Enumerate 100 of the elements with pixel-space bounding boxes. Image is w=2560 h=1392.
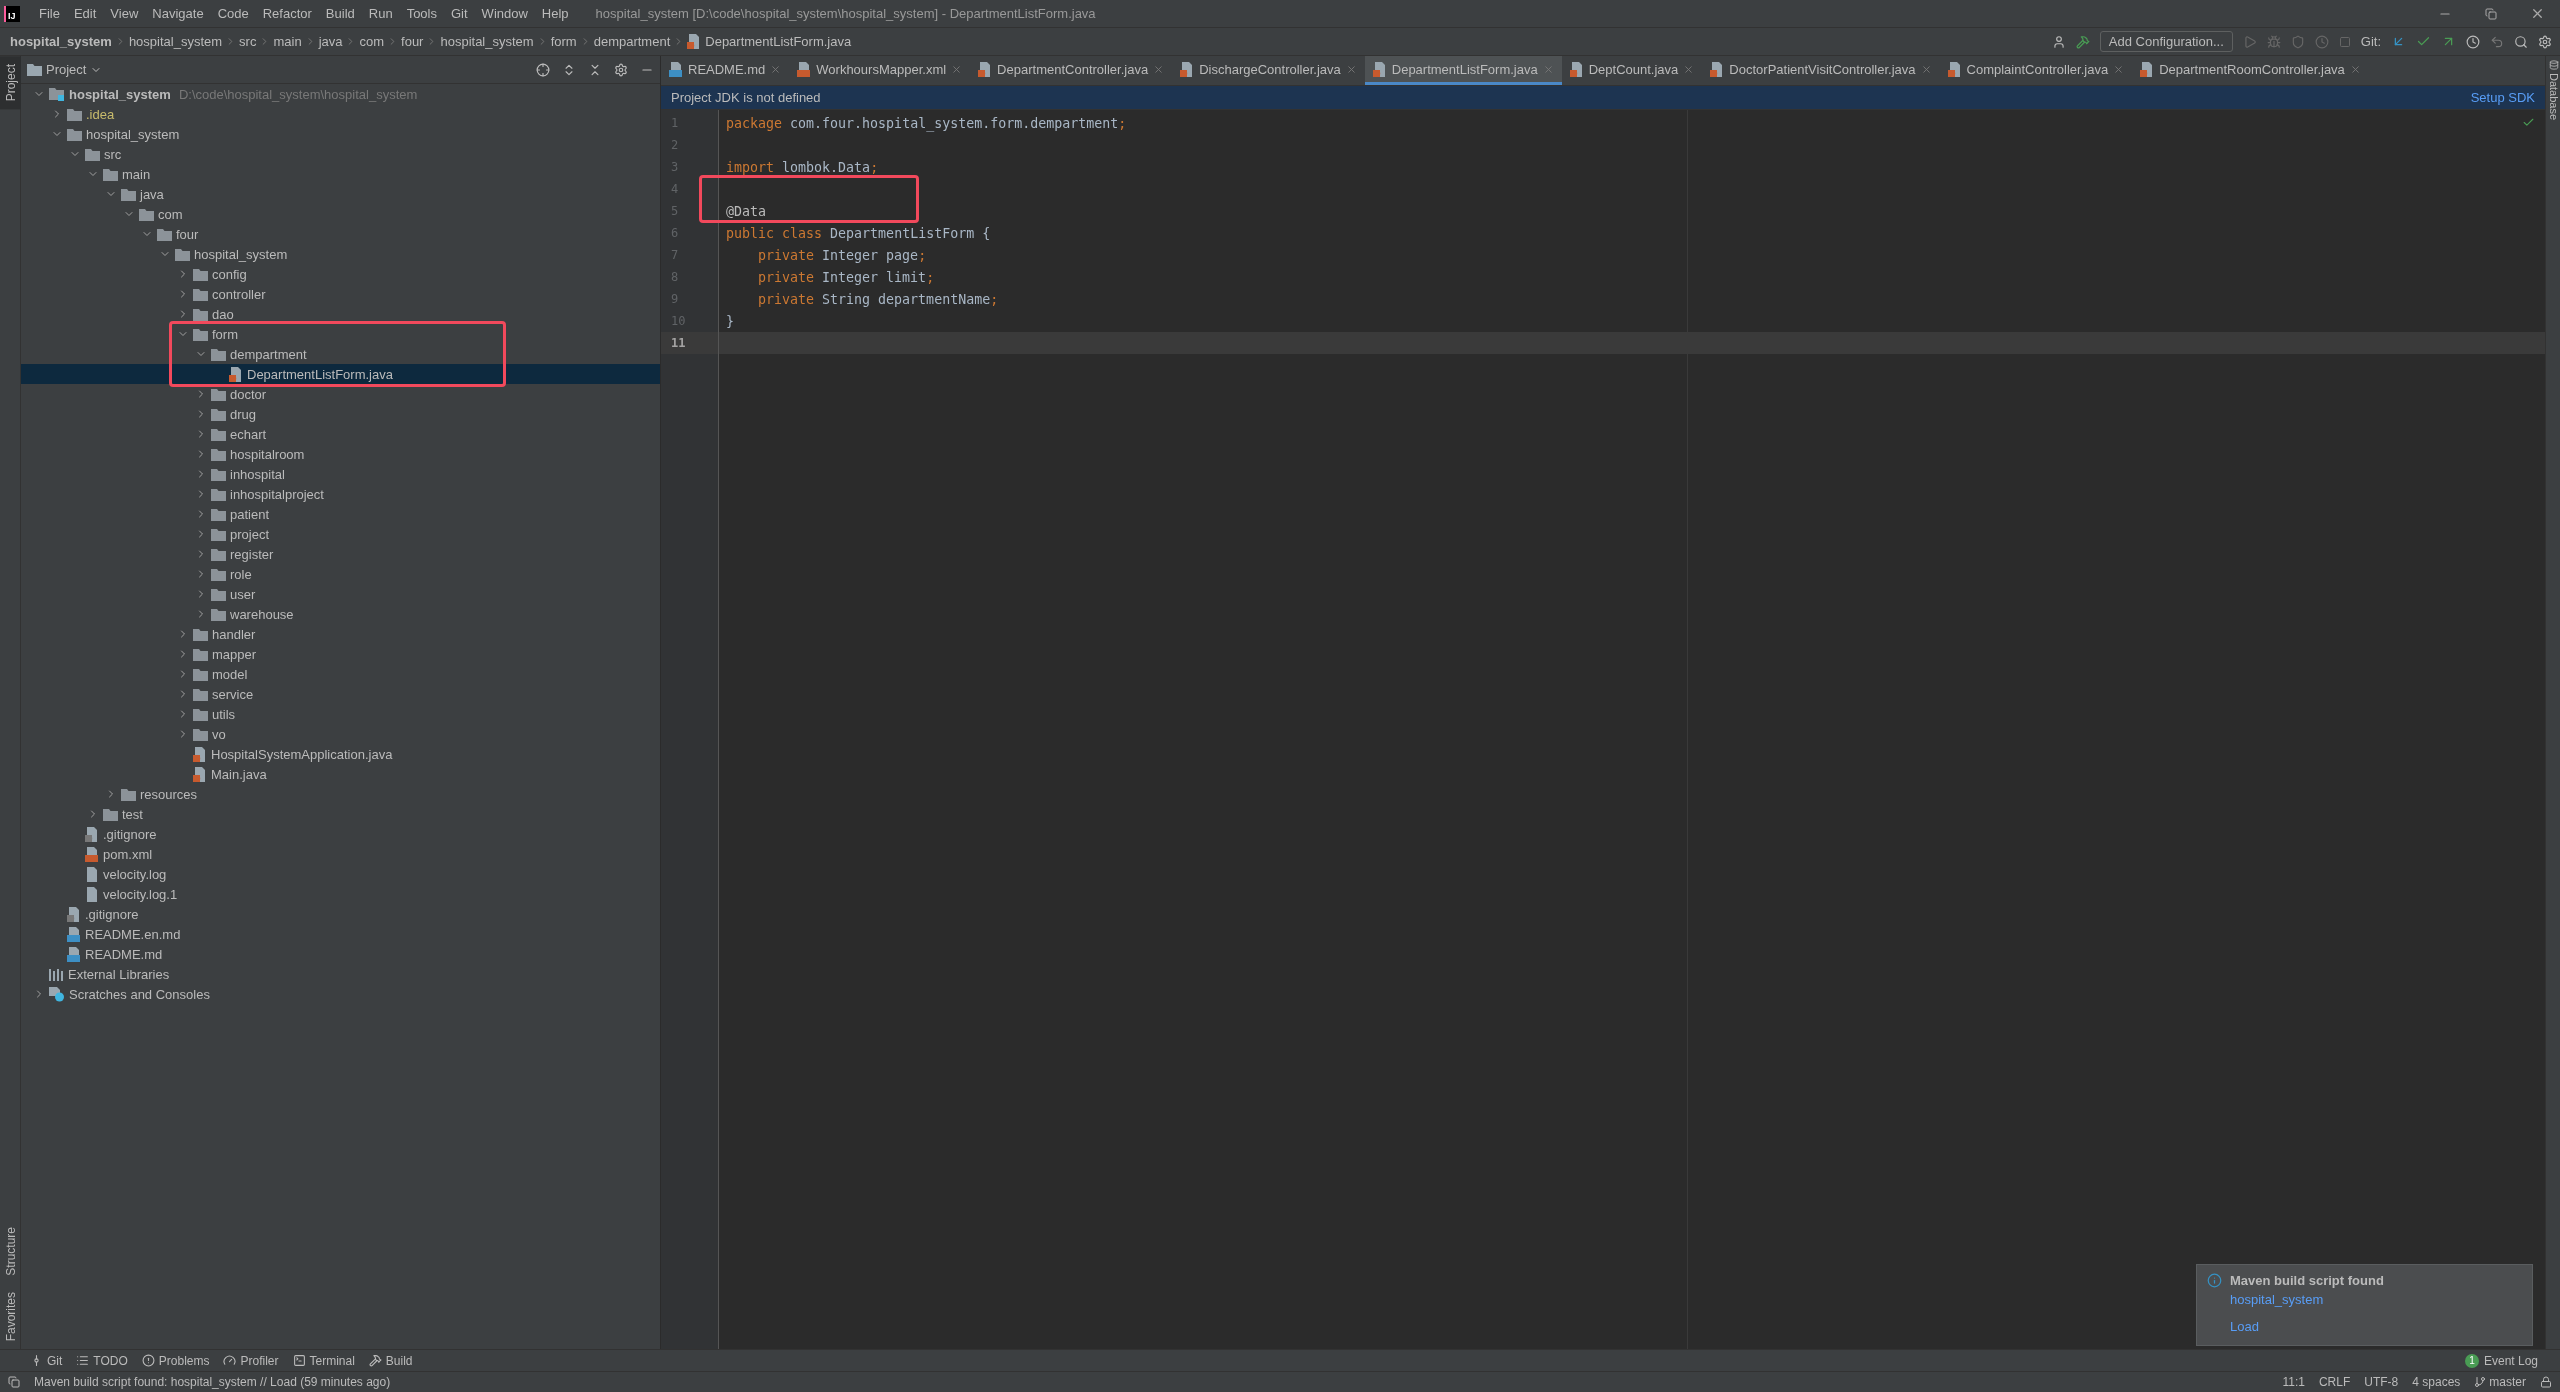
notification-link[interactable]: hospital_system xyxy=(2230,1292,2384,1307)
close-icon[interactable] xyxy=(2113,63,2125,75)
menu-item[interactable]: File xyxy=(32,6,67,21)
tree-item[interactable]: doctor xyxy=(21,384,660,404)
editor-tab[interactable]: ComplaintController.java xyxy=(1939,56,2133,85)
restore-icon[interactable] xyxy=(2485,7,2497,20)
tree-item[interactable]: form xyxy=(21,324,660,344)
tree-item[interactable]: project xyxy=(21,524,660,544)
tree-item[interactable]: DepartmentListForm.java xyxy=(21,364,660,384)
tree-item[interactable]: user xyxy=(21,584,660,604)
status-item[interactable]: 4 spaces xyxy=(2412,1375,2461,1389)
panel-title[interactable]: Project xyxy=(27,62,103,77)
tree-item[interactable]: register xyxy=(21,544,660,564)
tree-item[interactable]: hospital_system xyxy=(21,124,660,144)
editor-tab[interactable]: DoctorPatientVisitController.java xyxy=(1702,56,1940,85)
notification-link[interactable]: Load xyxy=(2230,1319,2384,1334)
menu-item[interactable]: Navigate xyxy=(145,6,211,21)
tree-item[interactable]: mapper xyxy=(21,644,660,664)
tree-item[interactable]: README.md xyxy=(21,944,660,964)
tree-item[interactable]: pom.xml xyxy=(21,844,660,864)
breadcrumb-item[interactable]: form xyxy=(550,34,577,49)
warning-icon[interactable] xyxy=(141,1354,155,1367)
tree-item[interactable]: .idea xyxy=(21,104,660,124)
tree-item[interactable]: README.en.md xyxy=(21,924,660,944)
debug-icon[interactable] xyxy=(2266,34,2281,49)
tool-window-button[interactable]: Problems xyxy=(141,1353,210,1368)
tree-item[interactable]: echart xyxy=(21,424,660,444)
setup-sdk-link[interactable]: Setup SDK xyxy=(2470,90,2535,105)
breadcrumb-item[interactable]: src xyxy=(239,34,257,49)
menu-item[interactable]: Build xyxy=(318,6,362,21)
editor-tab[interactable]: README.md xyxy=(661,56,790,85)
tree-item[interactable]: com xyxy=(21,204,660,224)
tree-item[interactable]: hospital_system D:\code\hospital_system\hospital_system xyxy=(21,84,660,104)
user-icon[interactable] xyxy=(2051,34,2066,49)
run-configuration-button[interactable]: Add Configuration... xyxy=(2099,31,2233,52)
event-log-button[interactable]: 1 Event Log xyxy=(2458,1352,2544,1369)
tree-item[interactable]: hospital_system xyxy=(21,244,660,264)
menu-item[interactable]: Window xyxy=(474,6,535,21)
branch-button[interactable]: master xyxy=(2474,1375,2526,1389)
stop-icon[interactable] xyxy=(2338,35,2351,48)
hammer-icon[interactable] xyxy=(368,1354,382,1367)
tool-window-button[interactable]: Git xyxy=(30,1353,63,1368)
tool-window-button[interactable]: Profiler xyxy=(223,1353,279,1368)
close-icon[interactable] xyxy=(951,63,963,75)
collapse-all-icon[interactable] xyxy=(588,62,602,77)
tree-item[interactable]: test xyxy=(21,804,660,824)
menu-item[interactable]: Run xyxy=(361,6,400,21)
menu-item[interactable]: View xyxy=(103,6,146,21)
tree-item[interactable]: HospitalSystemApplication.java xyxy=(21,744,660,764)
tree-item[interactable]: controller xyxy=(21,284,660,304)
close-icon[interactable] xyxy=(1683,63,1695,75)
close-icon[interactable] xyxy=(2349,63,2361,75)
revert-icon[interactable] xyxy=(2490,34,2504,49)
tree-item[interactable]: dempartment xyxy=(21,344,660,364)
tree-item[interactable]: handler xyxy=(21,624,660,644)
editor-tab[interactable]: WorkhoursMapper.xml xyxy=(789,56,971,85)
editor-tab[interactable]: DepartmentListForm.java xyxy=(1364,56,1562,85)
tree-item[interactable]: main xyxy=(21,164,660,184)
history-icon[interactable] xyxy=(2466,34,2480,49)
tree-item[interactable]: model xyxy=(21,664,660,684)
tree-item[interactable]: vo xyxy=(21,724,660,744)
tool-window-tab[interactable]: Favorites xyxy=(0,1283,21,1349)
close-icon[interactable] xyxy=(770,63,782,75)
editor-tab[interactable]: DeptCount.java xyxy=(1561,56,1703,85)
close-icon[interactable] xyxy=(1345,63,1357,75)
settings-icon[interactable] xyxy=(614,62,628,77)
tool-window-button[interactable]: TODO xyxy=(76,1353,128,1368)
tree-item[interactable]: velocity.log xyxy=(21,864,660,884)
tree-item[interactable]: resources xyxy=(21,784,660,804)
tree-item[interactable]: inhospitalproject xyxy=(21,484,660,504)
breadcrumb-item[interactable]: hospital_system xyxy=(440,34,534,49)
tool-window-tab[interactable]: Database xyxy=(2546,56,2560,125)
tree-item[interactable]: Scratches and Consoles xyxy=(21,984,660,1004)
tree-item[interactable]: src xyxy=(21,144,660,164)
tool-window-button[interactable]: Terminal xyxy=(292,1353,355,1368)
run-icon[interactable] xyxy=(2242,34,2257,49)
tree-item[interactable]: patient xyxy=(21,504,660,524)
locate-icon[interactable] xyxy=(536,62,550,77)
tree-item[interactable]: java xyxy=(21,184,660,204)
menu-item[interactable]: Refactor xyxy=(255,6,319,21)
tool-window-button[interactable]: Build xyxy=(368,1353,413,1368)
tree-item[interactable]: velocity.log.1 xyxy=(21,884,660,904)
tool-window-tab[interactable]: Project xyxy=(0,56,21,110)
tree-item[interactable]: config xyxy=(21,264,660,284)
breadcrumb-item[interactable]: four xyxy=(401,34,424,49)
tree-item[interactable]: inhospital xyxy=(21,464,660,484)
menu-item[interactable]: Edit xyxy=(66,6,104,21)
editor-tab[interactable]: DischargeController.java xyxy=(1172,56,1365,85)
breadcrumb-item[interactable]: main xyxy=(273,34,302,49)
breadcrumb-item[interactable]: hospital_system xyxy=(128,34,223,49)
menu-item[interactable]: Code xyxy=(210,6,256,21)
status-item[interactable]: CRLF xyxy=(2318,1375,2351,1389)
tree-item[interactable]: .gitignore xyxy=(21,904,660,924)
tree-item[interactable]: four xyxy=(21,224,660,244)
settings-icon[interactable] xyxy=(2538,34,2552,49)
editor-tab[interactable]: DepartmentRoomController.java xyxy=(2132,56,2369,85)
lock-icon[interactable] xyxy=(2540,1376,2552,1388)
close-icon[interactable] xyxy=(1920,63,1932,75)
list-icon[interactable] xyxy=(76,1354,90,1367)
tree-item[interactable]: Main.java xyxy=(21,764,660,784)
